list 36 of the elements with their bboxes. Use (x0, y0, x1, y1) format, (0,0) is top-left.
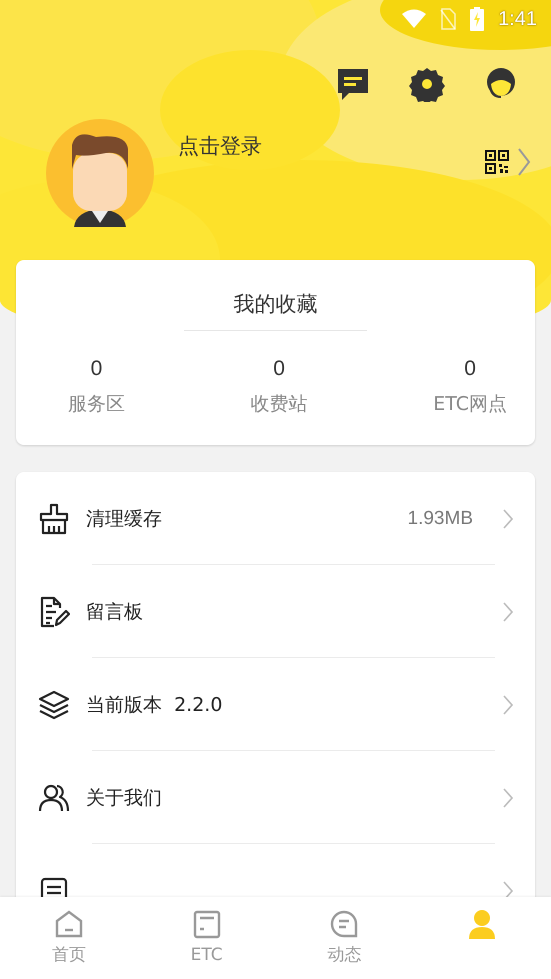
settings-icon[interactable] (409, 66, 445, 102)
chevron-right-icon[interactable] (503, 788, 513, 808)
qr-code-icon[interactable] (485, 150, 509, 174)
chat-bubble-icon (329, 909, 360, 939)
wifi-icon (402, 9, 426, 29)
tab[interactable]: 动态 (276, 897, 414, 979)
home-icon (54, 909, 84, 939)
layers-icon (38, 688, 70, 720)
no-sim-icon (440, 8, 456, 30)
stat-count: 0 (273, 357, 285, 381)
stat-label[interactable]: ETC网点 (433, 391, 507, 417)
broom-icon (38, 502, 70, 534)
menu-item-label[interactable]: 关于我们 (86, 784, 162, 810)
chevron-right-icon[interactable] (503, 602, 513, 622)
menu-item-label[interactable]: 当前版本 2.2.0 (86, 692, 222, 718)
stat-count: 0 (464, 357, 476, 381)
card-icon (192, 909, 222, 939)
tab[interactable]: ETC (138, 897, 276, 979)
stat-count: 0 (90, 357, 102, 381)
battery-icon (470, 7, 484, 31)
note-edit-icon (38, 596, 70, 628)
chevron-right-icon[interactable] (503, 694, 513, 714)
tab[interactable]: 首页 (0, 897, 138, 979)
login-prompt[interactable]: 点击登录 (178, 132, 262, 160)
person-icon (467, 909, 498, 939)
menu-item-label[interactable]: 清理缓存 (86, 506, 162, 532)
avatar-drawing[interactable] (46, 119, 154, 227)
message-icon[interactable] (335, 66, 371, 102)
stat-label[interactable]: 收费站 (250, 391, 308, 417)
stat-label[interactable]: 服务区 (68, 391, 125, 417)
status-time: 1:41 (498, 8, 537, 30)
chevron-right-icon[interactable] (503, 508, 513, 528)
favorites-title: 我的收藏 (184, 290, 367, 331)
chevron-right-icon[interactable] (517, 147, 531, 177)
menu-item-label[interactable]: 留言板 (86, 598, 143, 624)
cache-size: 1.93MB (408, 508, 473, 530)
